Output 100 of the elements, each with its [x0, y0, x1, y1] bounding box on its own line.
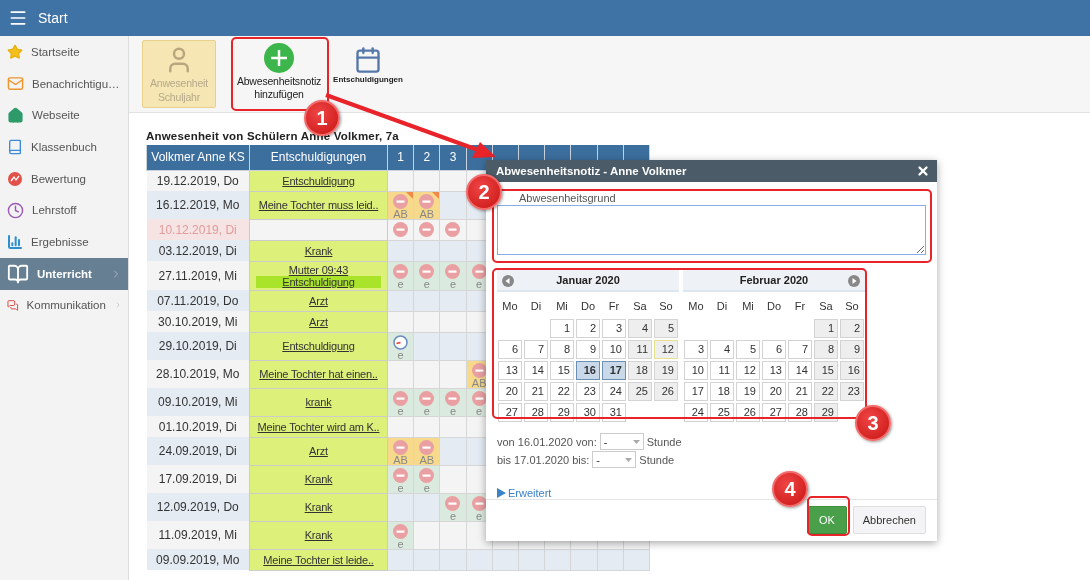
toolbar-button[interactable]: Abwesenheitsnotiz hinzufügen [233, 40, 325, 100]
calendar-day[interactable]: 9 [840, 339, 864, 359]
calendar-day[interactable]: 21 [788, 381, 812, 401]
calendar-day[interactable]: 6 [498, 339, 522, 359]
weekday-label: Do [765, 298, 783, 314]
calendar-day[interactable]: 21 [524, 381, 548, 401]
absence-code: e [423, 405, 430, 416]
calendar-day[interactable]: 16 [840, 360, 864, 380]
calendar-day[interactable]: 17 [602, 360, 626, 380]
sidebar-item[interactable]: Startseite [0, 36, 128, 68]
calendar-day[interactable]: 11 [710, 360, 734, 380]
clock-icon [393, 334, 409, 350]
calendar-day[interactable]: 26 [654, 381, 678, 401]
calendar-day[interactable]: 19 [654, 360, 678, 380]
advanced-link[interactable]: Erweitert [497, 486, 552, 499]
calendar-day[interactable]: 10 [602, 339, 626, 359]
sidebar-item[interactable]: Unterricht [0, 257, 128, 290]
calendar-day[interactable]: 23 [840, 381, 864, 401]
calendar-day[interactable]: 20 [498, 381, 522, 401]
column-header: 1 [387, 145, 414, 170]
calendar-day[interactable]: 6 [762, 339, 786, 359]
calendar-day[interactable]: 15 [814, 360, 838, 380]
absence-code: e [397, 278, 404, 289]
absence-code: e [476, 510, 483, 521]
calendar-day[interactable]: 13 [762, 360, 786, 380]
calendar-day[interactable]: 11 [628, 339, 652, 359]
calendar-day[interactable]: 7 [788, 339, 812, 359]
sidebar-item[interactable]: Ergebnisse [0, 226, 128, 258]
calendar-day[interactable]: 8 [550, 339, 574, 359]
reason-field[interactable] [497, 204, 926, 255]
unit-label: Stunde [646, 435, 682, 448]
absence-code: e [423, 278, 430, 289]
field-label: Abwesenheitsgrund [519, 191, 616, 204]
sidebar-item[interactable]: Benachrichtigu… [0, 67, 128, 100]
calendar-day[interactable]: 18 [628, 360, 652, 380]
calendar-day[interactable]: 14 [524, 360, 548, 380]
weekday-label: Di [529, 298, 543, 314]
absence-icon [419, 390, 435, 406]
absence-icon [393, 390, 409, 406]
weekday-label: So [658, 298, 674, 314]
clock-icon [7, 201, 24, 219]
sidebar-item[interactable]: Webseite [0, 99, 128, 132]
calendar-day[interactable]: 3 [684, 339, 708, 359]
calendar-day[interactable]: 23 [576, 381, 600, 401]
absence-code: e [449, 510, 457, 521]
calendar-day[interactable]: 10 [684, 360, 708, 380]
calendar-day[interactable]: 12 [654, 339, 678, 359]
calendar-day[interactable]: 1 [814, 318, 838, 338]
previous-icon[interactable] [502, 274, 514, 287]
absence-icon [393, 523, 409, 539]
calendar-day[interactable]: 7 [524, 339, 548, 359]
hour-select[interactable]: - [592, 451, 637, 469]
absence-code: AB [471, 377, 487, 388]
calendar-day[interactable]: 25 [628, 381, 652, 401]
envelope-icon [7, 75, 24, 93]
weekday-label: Mo [687, 298, 705, 314]
range-label: bis 17.01.2020 bis: [497, 453, 590, 466]
close-icon[interactable] [916, 163, 930, 178]
hour-select[interactable]: - [599, 433, 644, 451]
calendar-day[interactable]: 22 [550, 381, 574, 401]
calendar-day[interactable]: 2 [576, 318, 600, 338]
calendar-day[interactable]: 20 [762, 381, 786, 401]
calendar-day[interactable]: 15 [550, 360, 574, 380]
calendar-day[interactable]: 24 [602, 381, 626, 401]
weekday-label: Mi [741, 298, 755, 314]
absence-icon [445, 390, 461, 406]
weekday-label: Do [579, 298, 597, 314]
toolbar-button[interactable]: Entschuldigungen [334, 40, 402, 100]
weekday-label: Fr [607, 298, 621, 314]
calendar-day[interactable]: 9 [576, 339, 600, 359]
excuse-link[interactable]: Mutter 09:43 [256, 263, 381, 276]
calendar-day[interactable]: 3 [602, 318, 626, 338]
absence-icon [419, 263, 435, 279]
calendar-day[interactable]: 17 [684, 381, 708, 401]
calendar-day[interactable]: 8 [814, 339, 838, 359]
calendar-day[interactable]: 22 [814, 381, 838, 401]
calendar-day[interactable]: 2 [840, 318, 864, 338]
calendar-day[interactable]: 18 [710, 381, 734, 401]
calendar-day[interactable]: 19 [736, 381, 760, 401]
cancel-button[interactable]: Abbrechen [852, 506, 926, 535]
calendar-day[interactable]: 5 [654, 318, 678, 338]
sidebar-item[interactable]: Bewertung [0, 162, 128, 195]
calendar-day[interactable]: 16 [576, 360, 600, 380]
calendar-day[interactable]: 4 [628, 318, 652, 338]
calendar-day[interactable]: 5 [736, 339, 760, 359]
calendar-day[interactable]: 13 [498, 360, 522, 380]
menu-icon[interactable] [8, 8, 28, 28]
excuse-link[interactable]: Entschuldigung [256, 275, 381, 288]
highlight-frame [807, 496, 850, 536]
sidebar-item[interactable]: Lehrstoff [0, 194, 128, 227]
next-icon[interactable] [848, 274, 860, 287]
calendar-day[interactable]: 14 [788, 360, 812, 380]
calendar-day[interactable]: 4 [710, 339, 734, 359]
sidebar-item[interactable]: Kommunikation [0, 289, 128, 322]
calendar-day[interactable]: 1 [550, 318, 574, 338]
weekday-label: Mo [501, 298, 519, 314]
dropdown-icon [625, 457, 633, 462]
calendar-day[interactable]: 12 [736, 360, 760, 380]
sidebar-item[interactable]: Klassenbuch [0, 131, 128, 163]
weekday-label: Fr [793, 298, 807, 314]
